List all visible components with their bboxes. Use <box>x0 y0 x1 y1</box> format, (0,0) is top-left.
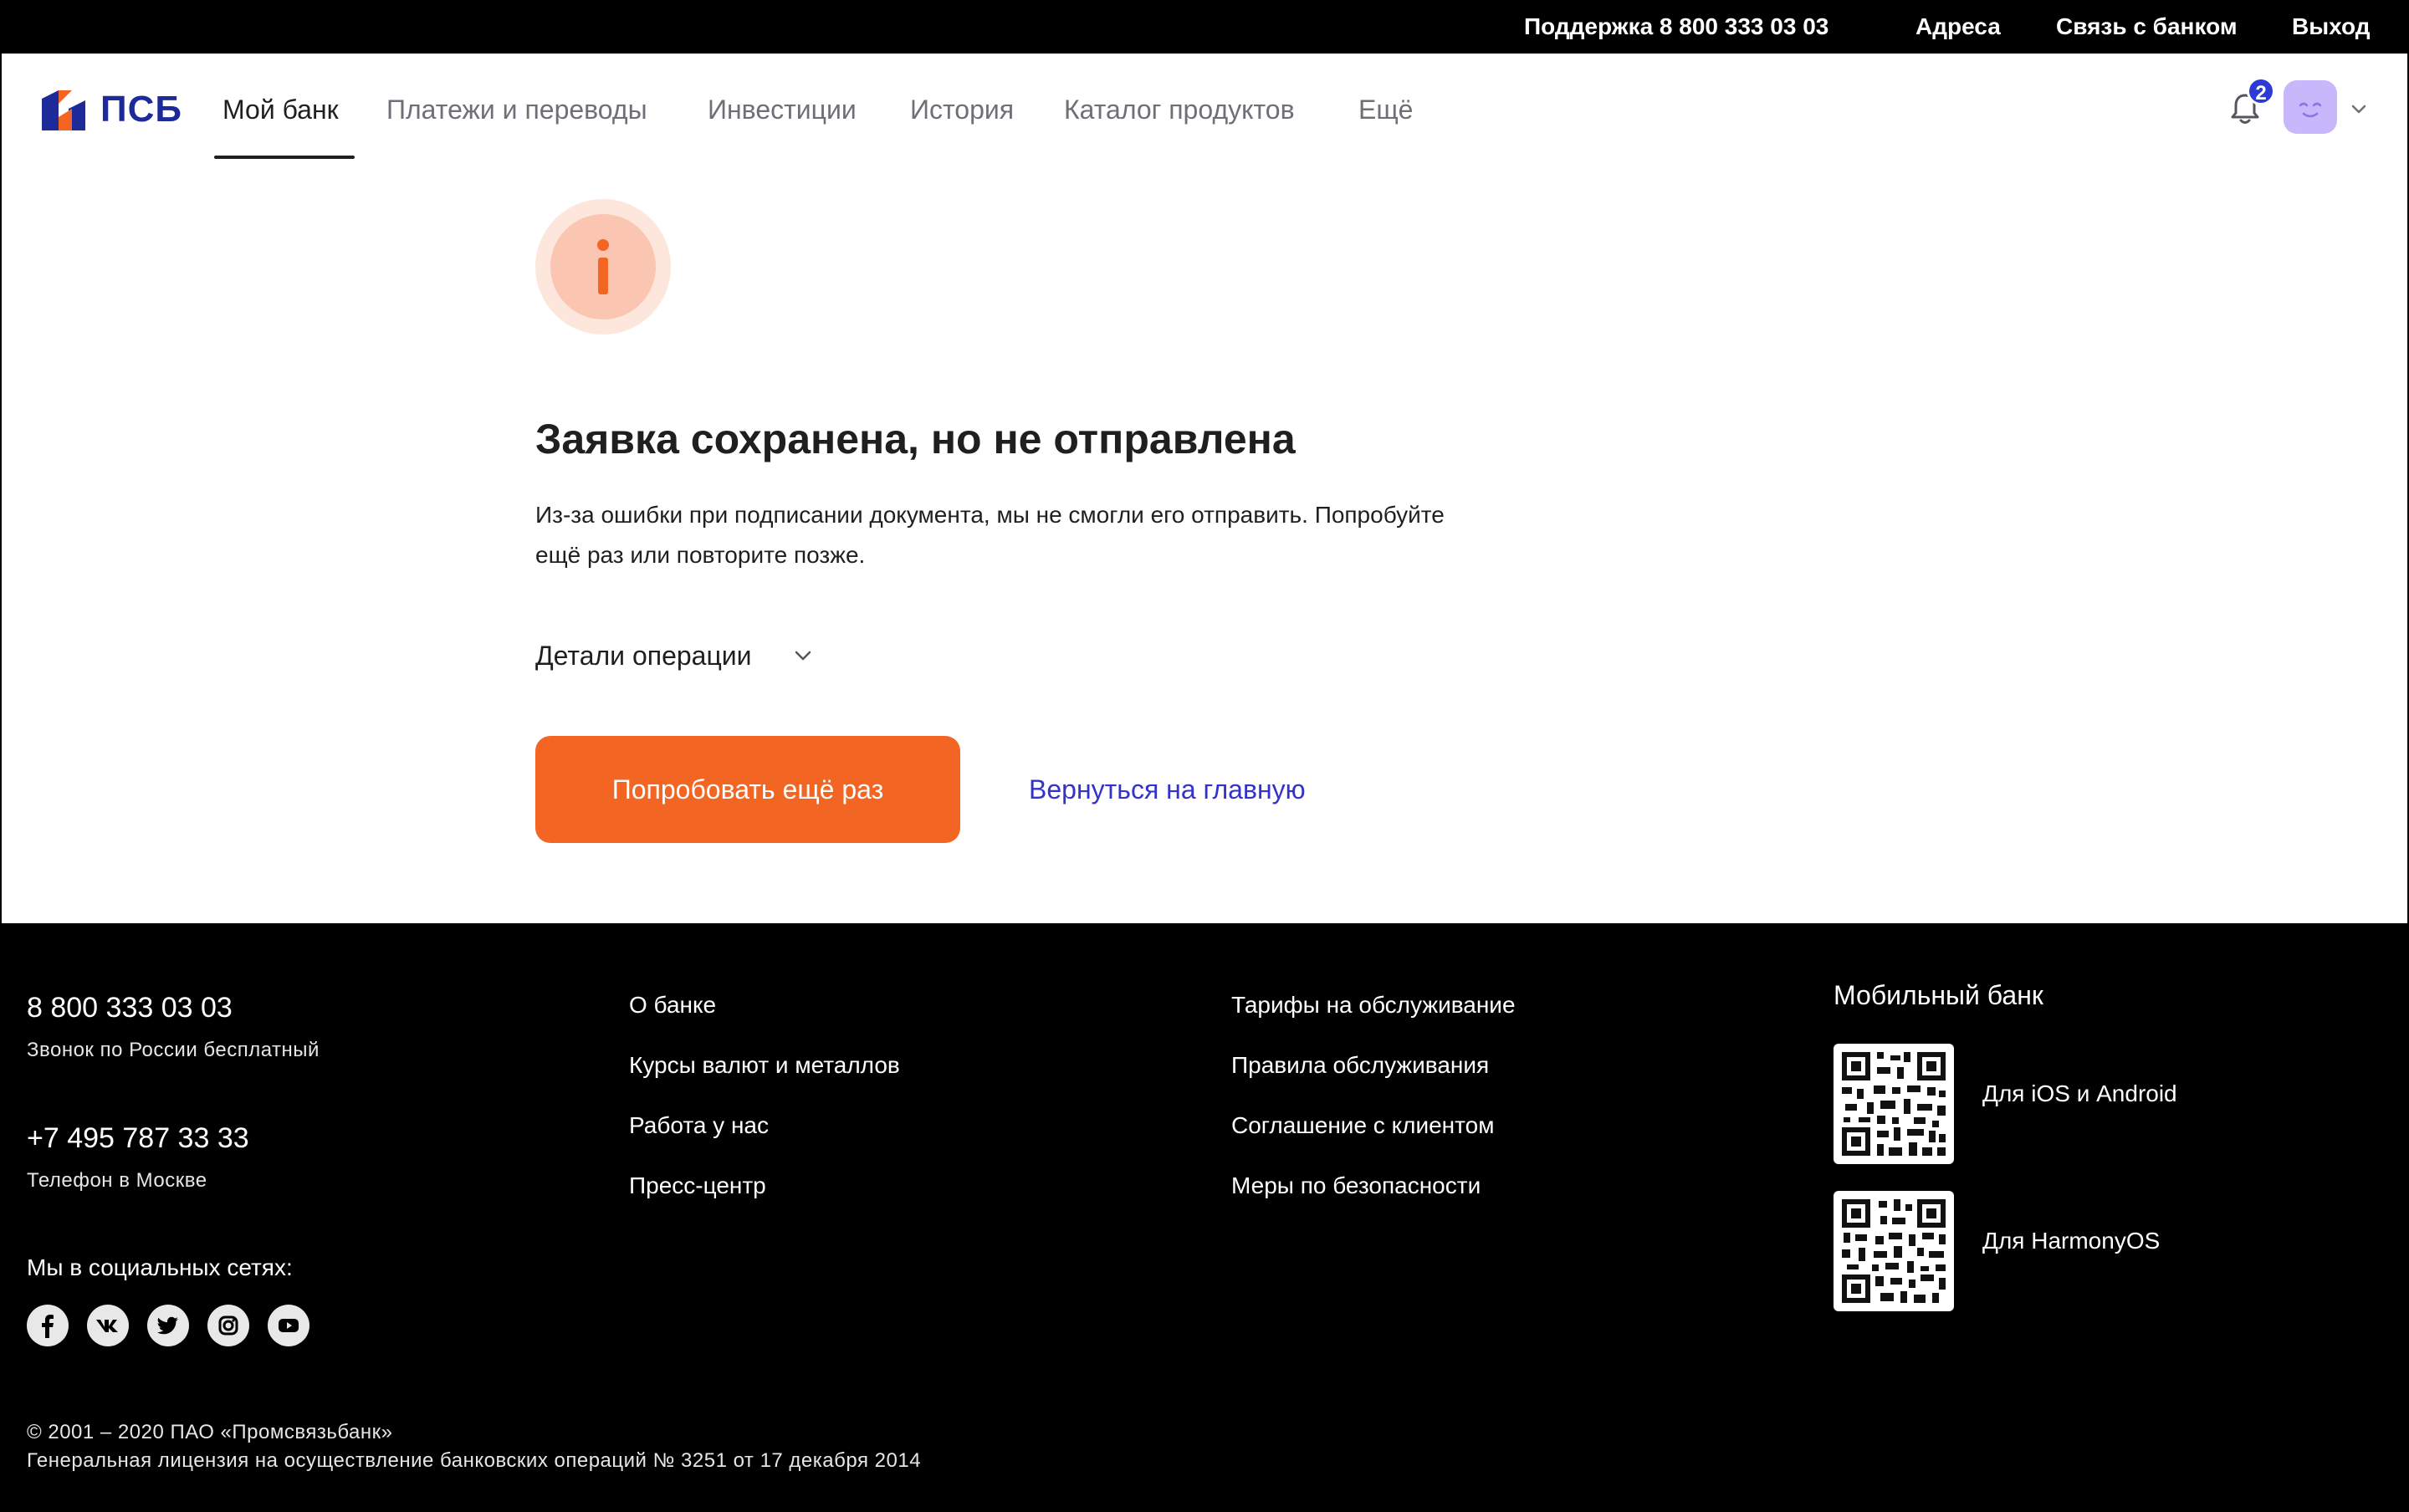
avatar[interactable] <box>2284 80 2337 134</box>
addresses-link[interactable]: Адреса <box>1915 0 2001 54</box>
footer-phone-moscow-note: Телефон в Москве <box>27 1169 207 1192</box>
footer-link-agreement[interactable]: Соглашение с клиентом <box>1231 1112 1494 1139</box>
psb-logo-icon <box>42 90 85 130</box>
logout-link[interactable]: Выход <box>2292 0 2371 54</box>
notifications-badge: 2 <box>2247 77 2275 105</box>
mobile-bank-title: Мобильный банк <box>1834 980 2043 1010</box>
nav-active-indicator <box>214 156 355 159</box>
nav-history[interactable]: История <box>910 87 1014 132</box>
facebook-icon[interactable] <box>27 1305 69 1346</box>
copyright-line-1: © 2001 – 2020 ПАО «Промсвязьбанк» <box>27 1421 393 1443</box>
footer-link-tariffs[interactable]: Тарифы на обслуживание <box>1231 992 1516 1019</box>
footer-phone-russia[interactable]: 8 800 333 03 03 <box>27 992 233 1024</box>
footer-link-press[interactable]: Пресс-центр <box>629 1172 766 1199</box>
qr-label-ios-android: Для iOS и Android <box>1982 1080 2177 1106</box>
logo-text: ПСБ <box>100 89 183 130</box>
top-bar: Поддержка 8 800 333 03 03 Адреса Связь с… <box>0 0 2409 54</box>
instagram-icon[interactable] <box>207 1305 249 1346</box>
contact-bank-link[interactable]: Связь с банком <box>2056 0 2238 54</box>
page-title: Заявка сохранена, но не отправлена <box>535 416 1296 462</box>
error-description-line-2: ещё раз или повторите позже. <box>535 542 866 568</box>
footer-link-about[interactable]: О банке <box>629 992 716 1019</box>
twitter-icon[interactable] <box>147 1305 189 1346</box>
license-line: Генеральная лицензия на осуществление ба… <box>27 1449 922 1472</box>
footer-link-rules[interactable]: Правила обслуживания <box>1231 1052 1489 1079</box>
nav-investments[interactable]: Инвестиции <box>708 87 857 132</box>
qr-label-harmonyos: Для HarmonyOS <box>1982 1228 2161 1254</box>
footer-link-rates[interactable]: Курсы валют и металлов <box>629 1052 900 1079</box>
nav-payments[interactable]: Платежи и переводы <box>386 87 647 132</box>
nav-my-bank[interactable]: Мой банк <box>222 87 339 132</box>
retry-button[interactable]: Попробовать ещё раз <box>535 736 960 843</box>
error-description-line-1: Из-за ошибки при подписании документа, м… <box>535 502 1445 528</box>
nav-more[interactable]: Ещё <box>1358 87 1413 132</box>
psb-logo[interactable]: ПСБ <box>40 87 191 132</box>
copyright: © 2001 – 2020 ПАО «Промсвязьбанк» Генера… <box>27 1418 921 1475</box>
app-main: ПСБ Мой банк Платежи и переводы Инвестиц… <box>2 54 2407 923</box>
footer-link-careers[interactable]: Работа у нас <box>629 1112 769 1139</box>
chevron-down-icon[interactable] <box>2349 99 2369 119</box>
social-label: Мы в социальных сетях: <box>27 1254 293 1280</box>
qr-code-ios-android <box>1834 1044 1954 1164</box>
nav-catalog[interactable]: Каталог продуктов <box>1064 87 1295 132</box>
vk-icon[interactable] <box>87 1305 129 1346</box>
qr-code-harmonyos <box>1834 1191 1954 1311</box>
support-phone-link[interactable]: Поддержка 8 800 333 03 03 <box>1524 0 1828 54</box>
smile-face-icon <box>2299 102 2322 118</box>
footer-phone-russia-note: Звонок по России бесплатный <box>27 1039 320 1061</box>
back-to-home-link[interactable]: Вернуться на главную <box>1029 769 1306 810</box>
footer: 8 800 333 03 03 Звонок по России бесплат… <box>0 923 2409 1512</box>
youtube-icon[interactable] <box>268 1305 309 1346</box>
footer-phone-moscow[interactable]: +7 495 787 33 33 <box>27 1122 249 1155</box>
info-icon <box>535 199 671 335</box>
chevron-down-icon[interactable] <box>791 644 815 667</box>
footer-link-security[interactable]: Меры по безопасности <box>1231 1172 1481 1199</box>
operation-details-toggle[interactable]: Детали операции <box>535 636 752 676</box>
error-description: Из-за ошибки при подписании документа, м… <box>535 495 1539 575</box>
